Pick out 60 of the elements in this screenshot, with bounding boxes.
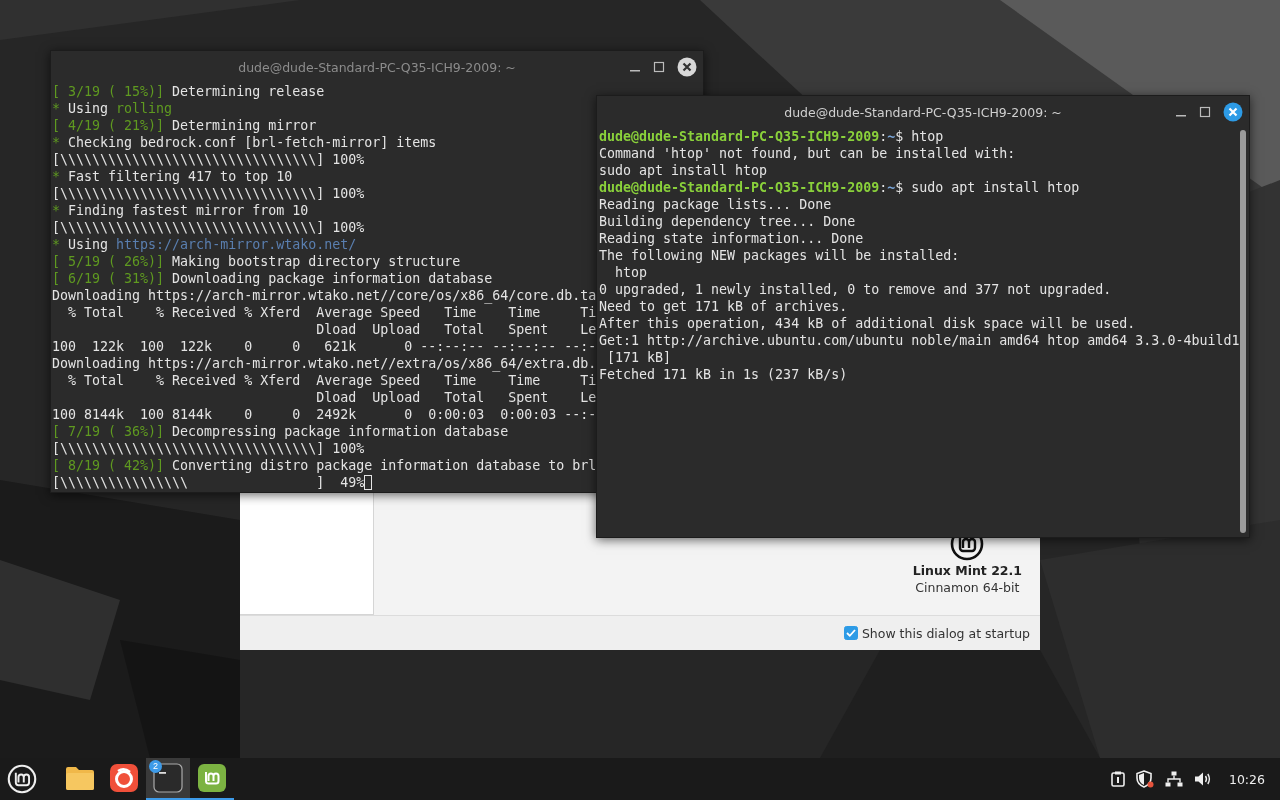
terminal-line: Fetched 171 kB in 1s (237 kB/s) bbox=[599, 366, 848, 383]
terminal-line: [\\\\\\\\\\\\\\\\\\\\\\\\\\\\\\\\] 100% bbox=[52, 185, 365, 202]
terminal-line: sudo apt install htop bbox=[599, 162, 768, 179]
terminal-line: * Checking bedrock.conf [brl-fetch-mirror] items bbox=[52, 134, 437, 151]
terminal-icon bbox=[153, 763, 183, 793]
terminal-line: % Total % Received % Xferd Average Speed Time Time Ti bbox=[67, 304, 597, 321]
network-icon[interactable] bbox=[1164, 771, 1183, 787]
mint-app-icon bbox=[198, 764, 226, 792]
swirl-icon bbox=[110, 764, 138, 792]
terminal-line: [\\\\\\\\\\\\\\\\\\\\\\\\\\\\\\\\] 100% bbox=[52, 219, 365, 236]
terminal-line: [ 3/19 ( 15%)] Determining release bbox=[52, 83, 325, 100]
terminal-line: Reading package lists... Done bbox=[599, 196, 832, 213]
terminal-line: dude@dude-Standard-PC-Q35-ICH9-2009:~$ sudo apt install htop bbox=[599, 179, 1080, 196]
terminal-line: * Using rolling bbox=[52, 100, 173, 117]
close-icon[interactable] bbox=[677, 57, 697, 77]
close-icon[interactable] bbox=[1223, 102, 1243, 122]
terminal-line: Reading state information... Done bbox=[599, 230, 864, 247]
terminal-line: Dload Upload Total Spent Le bbox=[315, 321, 597, 338]
window-count-badge: 2 bbox=[149, 760, 162, 773]
window-title: dude@dude-Standard-PC-Q35-ICH9-2009: ~ bbox=[238, 59, 516, 75]
terminal-line: Get:1 http://archive.ubuntu.com/ubuntu noble/main amd64 htop amd64 3.3.0-4build1 bbox=[599, 332, 1240, 349]
terminal-line: [ 7/19 ( 36%)] Decompressing package information database bbox=[52, 423, 509, 440]
terminal-line: Dload Upload Total Spent Le bbox=[315, 389, 597, 406]
volume-icon[interactable] bbox=[1193, 771, 1212, 787]
terminal-line: [ 4/19 ( 21%)] Determining mirror bbox=[52, 117, 317, 134]
desktop-label: Cinnamon 64-bit bbox=[915, 580, 1020, 595]
terminal-line: 100 8144k 100 8144k 0 0 2492k 0 0:00:03 0:00:03 --:- bbox=[52, 406, 597, 423]
maximize-icon[interactable] bbox=[653, 61, 665, 73]
clipboard-icon[interactable] bbox=[1110, 771, 1125, 787]
terminal-line: The following NEW packages will be installed: bbox=[599, 247, 960, 264]
terminal-line: % Total % Received % Xferd Average Speed Time Time Ti bbox=[67, 372, 597, 389]
terminal-line: [ 8/19 ( 42%)] Converting distro package information database to brl bbox=[52, 457, 597, 474]
terminal-line: Building dependency tree... Done bbox=[599, 213, 856, 230]
terminal-line: Downloading https://arch-mirror.wtako.net//core/os/x86_64/core.db.ta bbox=[52, 287, 597, 304]
scrollbar[interactable] bbox=[1240, 130, 1246, 533]
terminal-line: Downloading https://arch-mirror.wtako.net//extra/os/x86_64/extra.db. bbox=[52, 355, 597, 372]
edition-label: Linux Mint 22.1 bbox=[912, 563, 1022, 578]
terminal-line: [ 5/19 ( 26%)] Making bootstrap directory structure bbox=[52, 253, 461, 270]
terminal-line: [171 kB] bbox=[606, 349, 672, 366]
clock[interactable]: 10:26 bbox=[1228, 771, 1265, 787]
checkbox-label[interactable]: Show this dialog at startup bbox=[861, 625, 1030, 641]
terminal-line: [\\\\\\\\\\\\\\\\ ] 49% bbox=[52, 474, 365, 491]
terminal-line: dude@dude-Standard-PC-Q35-ICH9-2009:~$ htop bbox=[599, 128, 944, 145]
terminal-line: * Using https://arch-mirror.wtako.net/ bbox=[52, 236, 357, 253]
checkbox[interactable] bbox=[843, 626, 858, 640]
terminal-line: Need to get 171 kB of archives. bbox=[599, 298, 848, 315]
window-title: dude@dude-Standard-PC-Q35-ICH9-2009: ~ bbox=[784, 104, 1062, 120]
terminal-line: 0 upgraded, 1 newly installed, 0 to remove and 377 not upgraded. bbox=[599, 281, 1112, 298]
terminal-line: [\\\\\\\\\\\\\\\\\\\\\\\\\\\\\\\\] 100% bbox=[52, 440, 365, 457]
terminal-line: [ 6/19 ( 31%)] Downloading package information database bbox=[52, 270, 493, 287]
terminal-line: [\\\\\\\\\\\\\\\\\\\\\\\\\\\\\\\\] 100% bbox=[52, 151, 365, 168]
terminal-line: * Finding fastest mirror from 10 bbox=[52, 202, 309, 219]
shield-icon[interactable] bbox=[1135, 770, 1154, 788]
terminal-line: 100 122k 100 122k 0 0 621k 0 --:--:-- --:--:-- --:- bbox=[52, 338, 597, 355]
terminal-line: Command 'htop' not found, but can be installed with: bbox=[599, 145, 1016, 162]
folder-icon bbox=[65, 765, 95, 791]
terminal-line: * Fast filtering 417 to top 10 bbox=[52, 168, 293, 185]
maximize-icon[interactable] bbox=[1199, 106, 1211, 118]
terminal-line: After this operation, 434 kB of additional disk space will be used. bbox=[599, 315, 1136, 332]
terminal-line: htop bbox=[614, 264, 648, 281]
